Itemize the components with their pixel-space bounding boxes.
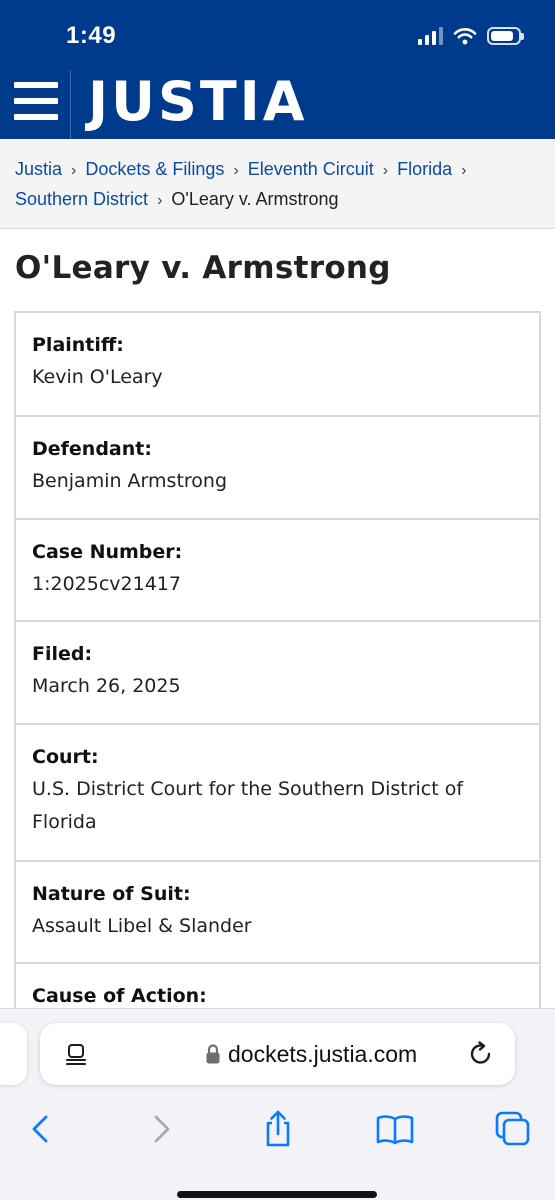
field-label: Defendant: [32, 438, 152, 460]
breadcrumb-link-justia[interactable]: Justia [15, 159, 62, 179]
justia-logo[interactable]: JUSTIA [88, 70, 308, 134]
bookmarks-icon[interactable] [375, 1109, 415, 1149]
breadcrumb-separator: › [382, 162, 389, 179]
field-label: Plaintiff: [32, 334, 124, 356]
field-value: U.S. District Court for the Southern Dis… [32, 778, 464, 833]
previous-tab-preview[interactable] [0, 1023, 27, 1085]
battery-level-fill [491, 31, 513, 41]
field-label: Case Number: [32, 541, 183, 563]
field-label: Filed: [32, 643, 93, 665]
hamburger-menu-icon[interactable] [14, 82, 58, 120]
breadcrumb-separator: › [157, 192, 163, 209]
status-time: 1:49 [66, 22, 117, 49]
breadcrumb-link-florida[interactable]: Florida [397, 159, 452, 179]
field-value: Kevin O'Leary [32, 366, 163, 388]
status-icons [418, 24, 524, 48]
case-number-field: Case Number: 1:2025cv21417 [16, 520, 539, 622]
field-value: Benjamin Armstrong [32, 470, 228, 492]
court-field: Court: U.S. District Court for the South… [16, 725, 539, 862]
url-text[interactable]: dockets.justia.com [228, 1039, 417, 1069]
defendant-field: Defendant: Benjamin Armstrong [16, 417, 539, 520]
nature-of-suit-field: Nature of Suit: Assault Libel & Slander [16, 862, 539, 964]
forward-icon[interactable] [140, 1109, 180, 1149]
back-icon[interactable] [22, 1109, 62, 1149]
filed-date-field: Filed: March 26, 2025 [16, 622, 539, 725]
header-divider [70, 70, 71, 139]
breadcrumb-link-dockets-filings[interactable]: Dockets & Filings [85, 159, 224, 179]
breadcrumb-separator: › [71, 162, 77, 179]
field-value: March 26, 2025 [32, 675, 181, 697]
breadcrumb-current: O'Leary v. Armstrong [171, 189, 339, 209]
battery-icon [487, 27, 524, 45]
page-title: O'Leary v. Armstrong [15, 250, 391, 286]
cellular-signal-icon [418, 27, 443, 45]
reload-icon[interactable] [467, 1040, 495, 1068]
browser-toolbar: dockets.justia.com [0, 1008, 555, 1200]
field-value: 1:2025cv21417 [32, 573, 181, 595]
plaintiff-field: Plaintiff: Kevin O'Leary [16, 313, 539, 417]
lock-icon [206, 1044, 220, 1064]
share-icon[interactable] [258, 1109, 298, 1149]
field-label: Nature of Suit: [32, 883, 191, 905]
breadcrumb: Justia › Dockets & Filings › Eleventh Circui… [0, 139, 555, 229]
breadcrumb-link-southern-district[interactable]: Southern District [15, 189, 148, 209]
page-menu-icon[interactable] [64, 1042, 88, 1066]
breadcrumb-separator: › [233, 162, 239, 179]
breadcrumb-separator: › [461, 162, 467, 179]
wifi-icon [453, 28, 477, 45]
site-header: 1:49 JUSTIA [0, 0, 555, 139]
case-info-table: Plaintiff: Kevin O'Leary Defendant: Benj… [14, 311, 541, 1044]
home-indicator [177, 1191, 377, 1198]
tabs-icon[interactable] [493, 1109, 533, 1149]
address-bar[interactable]: dockets.justia.com [40, 1023, 515, 1085]
field-label: Court: [32, 746, 99, 768]
field-value: Assault Libel & Slander [32, 915, 252, 937]
breadcrumb-link-eleventh-circuit[interactable]: Eleventh Circuit [248, 159, 374, 179]
